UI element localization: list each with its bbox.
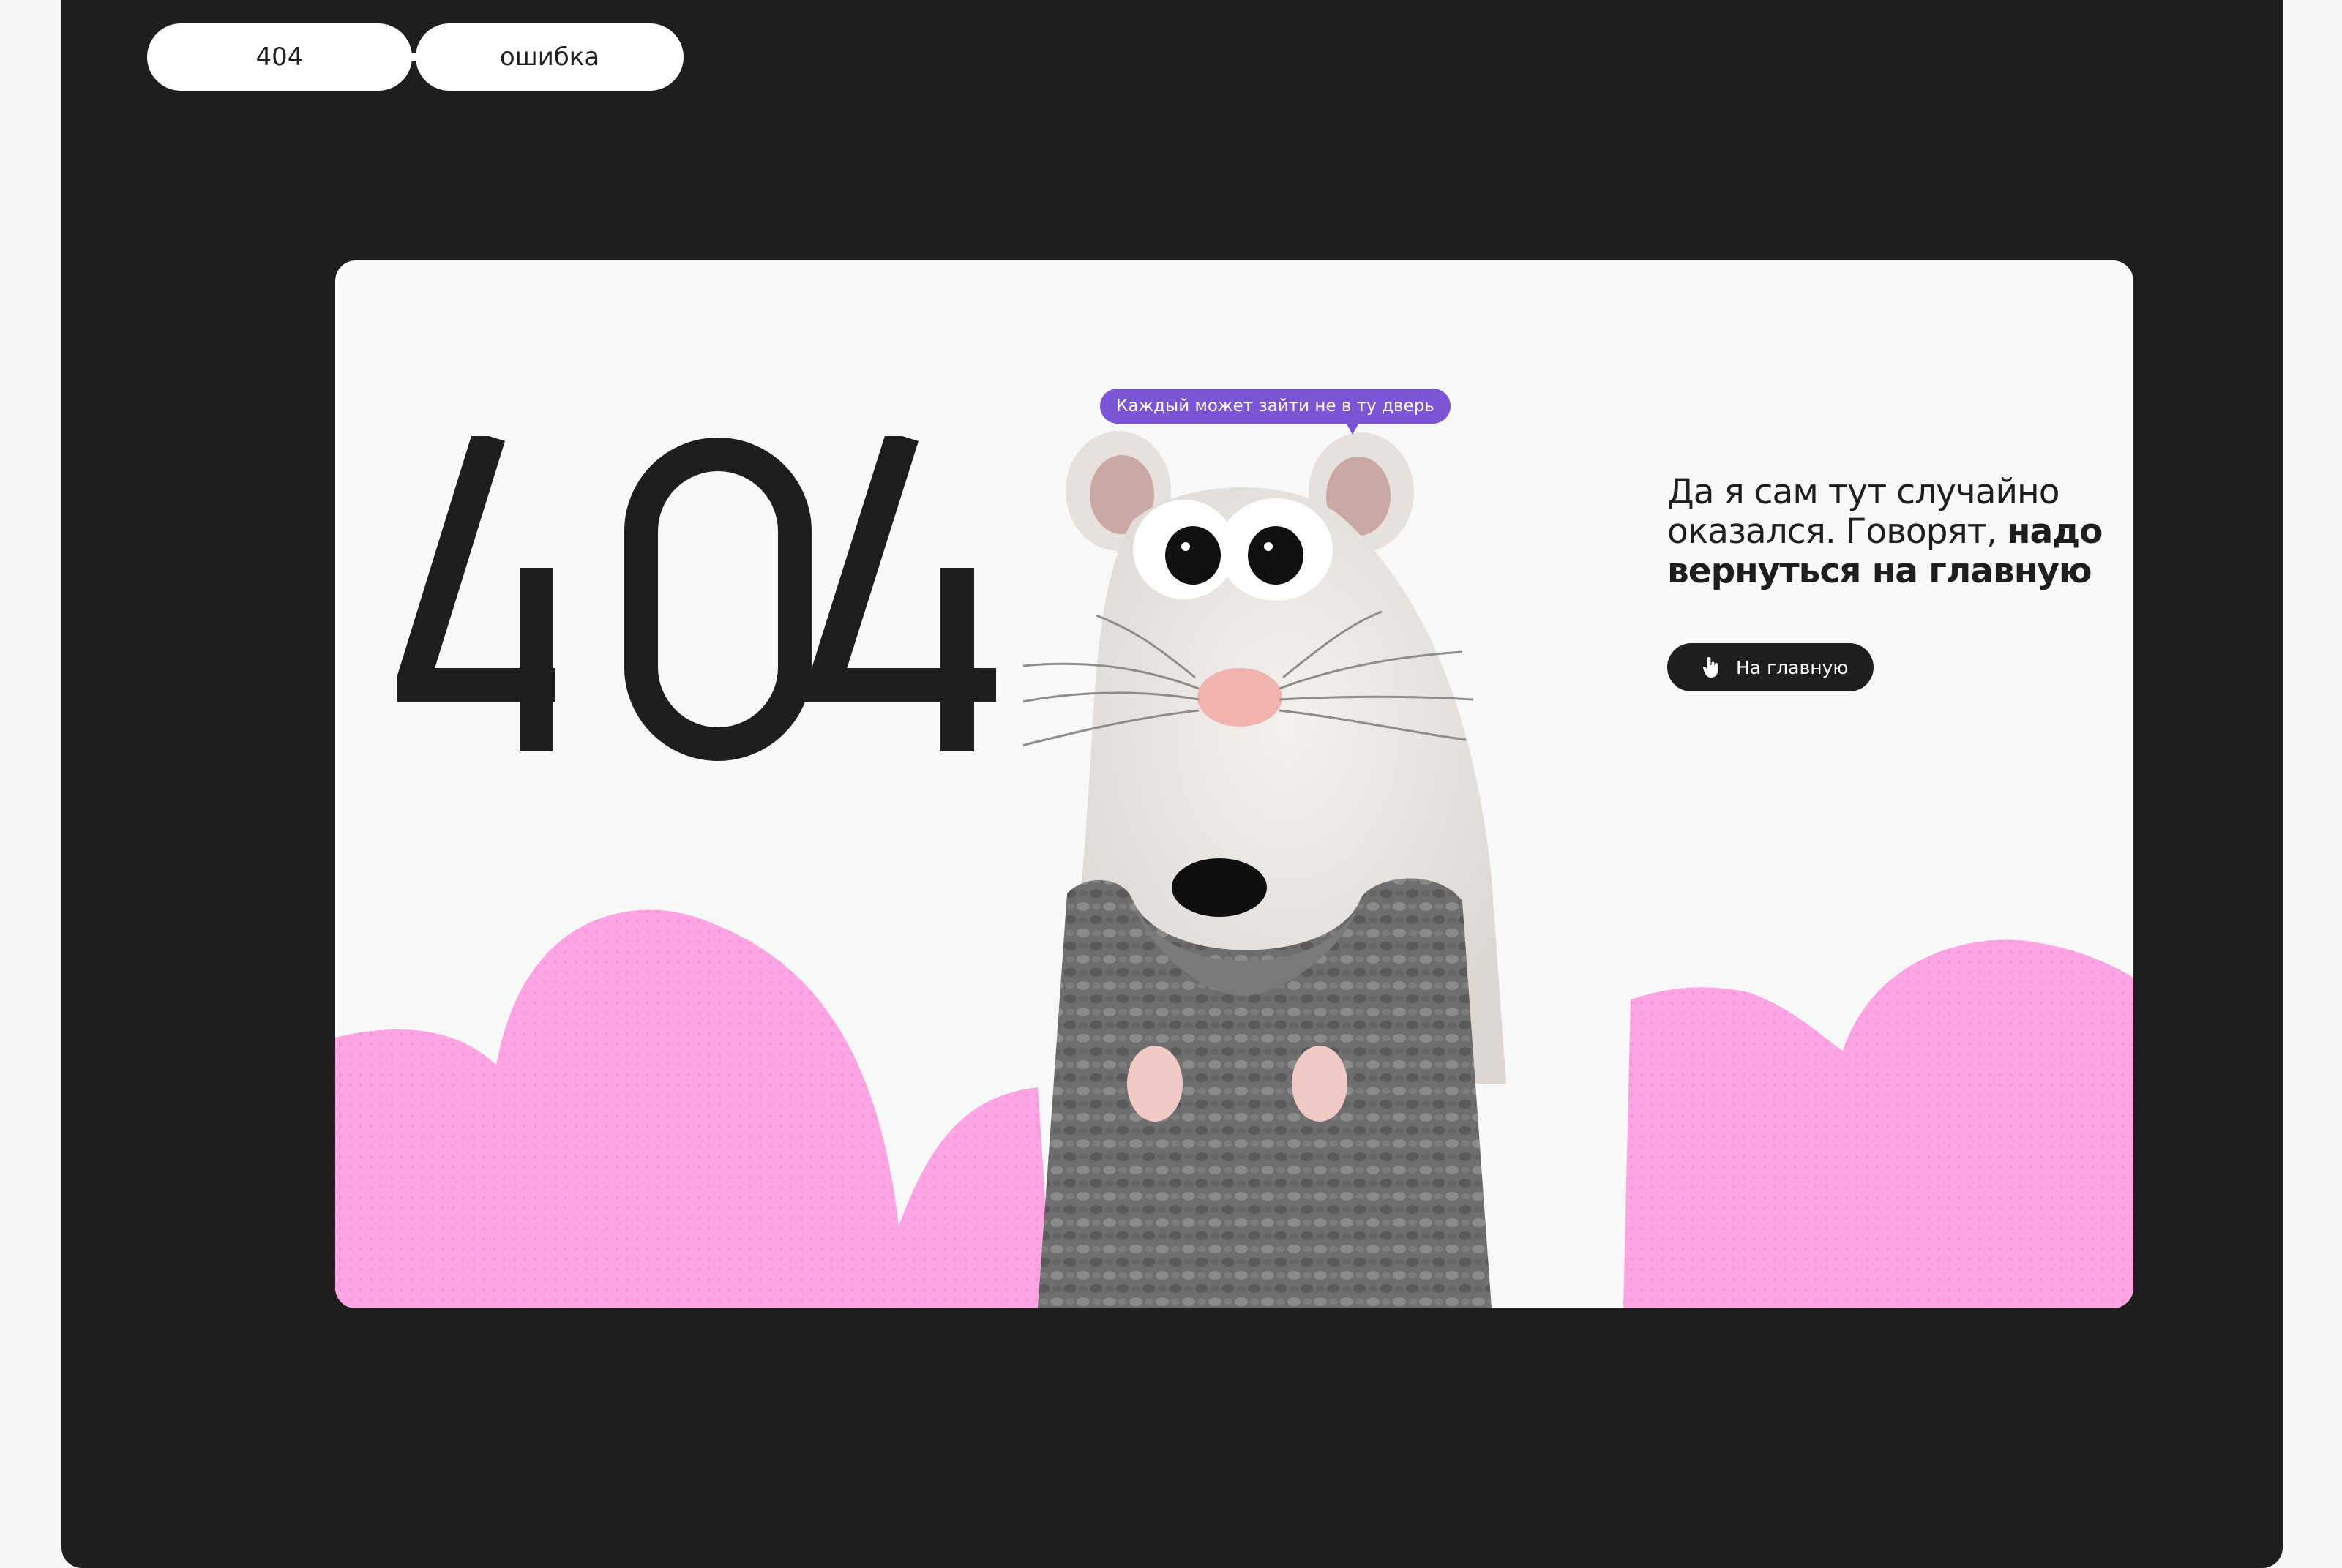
- digit-zero: [624, 438, 812, 761]
- breadcrumb-code-pill[interactable]: 404: [147, 23, 412, 91]
- breadcrumb-word-pill[interactable]: ошибка: [416, 23, 684, 91]
- error-card: 404: [335, 260, 2133, 1308]
- breadcrumb-word-label: ошибка: [499, 42, 600, 72]
- speech-bubble: Каждый может зайти не в ту дверь: [1100, 389, 1451, 424]
- pointing-hand-icon: [1703, 657, 1718, 678]
- speech-bubble-text: Каждый может зайти не в ту дверь: [1116, 397, 1434, 416]
- error-code-graphic: [397, 436, 996, 761]
- speech-bubble-tail: [1345, 421, 1360, 435]
- cloud-right: [1623, 939, 2133, 1308]
- right-eye: [1248, 526, 1303, 585]
- go-home-label: На главную: [1736, 656, 1849, 678]
- error-message-light: Да я сам тут случайно оказался. Говорят,: [1667, 472, 2060, 552]
- page-frame: 404 ошибка 404: [61, 0, 2283, 1568]
- mouse-mouth: [1172, 858, 1267, 917]
- right-paw: [1292, 1046, 1347, 1122]
- cloud-left: [335, 909, 1052, 1308]
- go-home-button[interactable]: На главную: [1667, 643, 1874, 691]
- error-message: Да я сам тут случайно оказался. Говорят,…: [1667, 473, 2106, 591]
- breadcrumb-code-label: 404: [255, 42, 304, 72]
- mouse-nose: [1197, 668, 1282, 727]
- left-eye: [1165, 526, 1221, 585]
- left-paw: [1127, 1046, 1183, 1122]
- mouse-in-sweater-illustration: [1023, 431, 1506, 1308]
